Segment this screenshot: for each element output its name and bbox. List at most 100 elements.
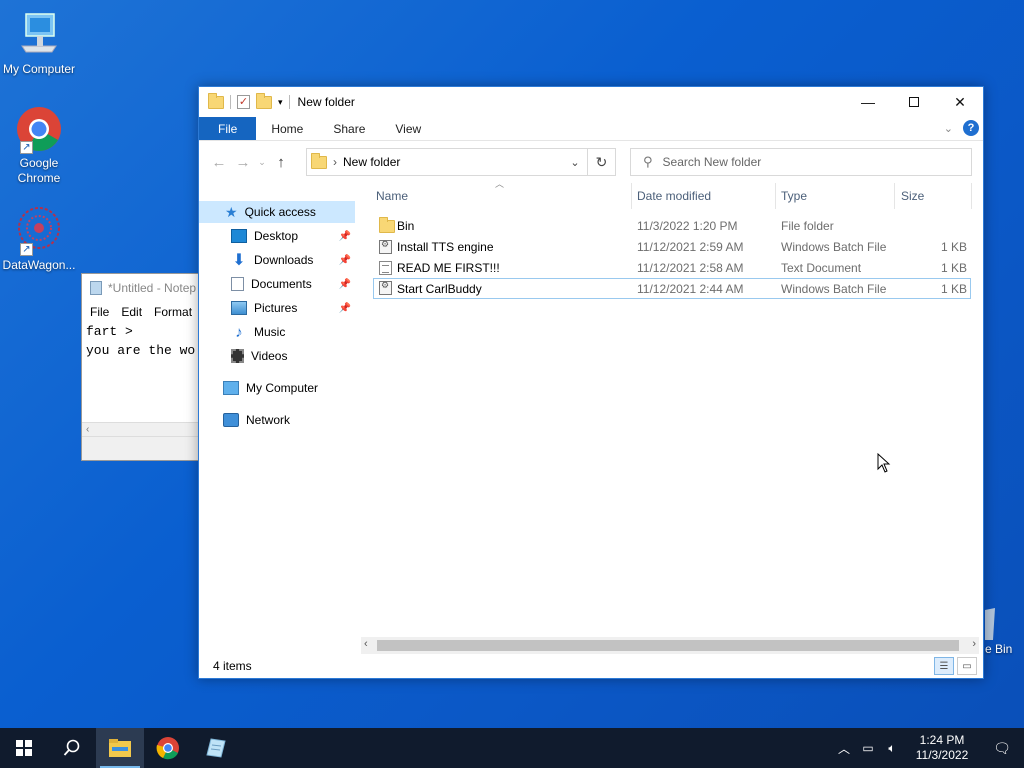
tab-file[interactable]: File: [199, 117, 257, 140]
notification-center-icon[interactable]: 🗨︎: [980, 740, 1024, 757]
desktop-icon-datawagon[interactable]: ↗ DataWagon...: [0, 206, 78, 273]
details-view-button[interactable]: ☰: [934, 657, 954, 675]
desktop-icon-recycle-bin[interactable]: e Bin: [985, 606, 1012, 656]
file-size: 1 KB: [940, 282, 967, 296]
navigation-pane: ★ Quick access Desktop 📌 ⬇ Downloads 📌 D…: [199, 201, 361, 654]
nav-item-pictures[interactable]: Pictures 📌: [199, 297, 355, 319]
notepad-menu-format[interactable]: Format: [154, 305, 192, 319]
file-explorer-window[interactable]: ✓ ▾ New folder — ✕ File Home Share View …: [198, 86, 984, 679]
star-icon: ★: [225, 203, 238, 220]
quick-access-toolbar: ✓ ▾: [199, 92, 290, 109]
volume-icon[interactable]: 🔈︎: [880, 741, 904, 756]
horizontal-scrollbar[interactable]: ‹ ›: [361, 637, 979, 654]
notepad-titlebar[interactable]: *Untitled - Notep: [82, 274, 210, 302]
column-header-date[interactable]: Date modified: [637, 183, 775, 209]
notepad-menu-edit[interactable]: Edit: [121, 305, 142, 319]
nav-item-my-computer[interactable]: My Computer: [199, 377, 355, 399]
show-hidden-icons-chevron-icon[interactable]: ︿: [832, 740, 856, 757]
new-folder-icon[interactable]: [256, 92, 272, 109]
column-divider[interactable]: [894, 183, 895, 209]
nav-item-network[interactable]: Network: [199, 409, 355, 431]
column-header-size[interactable]: Size: [901, 183, 971, 209]
taskbar-file-explorer[interactable]: [96, 728, 144, 768]
taskbar-notepad[interactable]: [192, 728, 240, 768]
desktop-icon-google-chrome[interactable]: ↗ Google Chrome: [0, 104, 78, 186]
close-icon: ✕: [954, 93, 966, 110]
table-row[interactable]: Bin 11/3/2022 1:20 PM File folder: [373, 215, 971, 236]
large-icons-view-button[interactable]: ▭: [957, 657, 977, 675]
customize-toolbar-chevron-icon[interactable]: ▾: [278, 97, 283, 108]
tab-share[interactable]: Share: [318, 117, 380, 140]
taskbar-chrome[interactable]: [144, 728, 192, 768]
pin-icon[interactable]: 📌: [339, 255, 351, 266]
file-list: ︿ Name Date modified Type Size Bin 11/3/…: [373, 179, 973, 644]
nav-item-documents[interactable]: Documents 📌: [199, 273, 355, 295]
column-divider[interactable]: [631, 183, 632, 209]
scroll-left-icon[interactable]: ‹: [86, 424, 89, 435]
expand-ribbon-chevron-icon[interactable]: ⌄: [944, 122, 953, 135]
table-row[interactable]: Install TTS engine 11/12/2021 2:59 AM Wi…: [373, 236, 971, 257]
notepad-statusbar: [82, 436, 210, 460]
item-count: 4 items: [213, 659, 252, 673]
address-row: ← → ⌄ ↑ › New folder ⌄ ↻ ⚲ Search New fo…: [199, 141, 983, 183]
table-row[interactable]: READ ME FIRST!!! 11/12/2021 2:58 AM Text…: [373, 257, 971, 278]
column-divider[interactable]: [971, 183, 972, 209]
clock[interactable]: 1:24 PM 11/3/2022: [904, 733, 980, 763]
scroll-left-icon[interactable]: ‹: [364, 638, 368, 650]
desktop-icon-label: e Bin: [985, 642, 1013, 656]
file-name: READ ME FIRST!!!: [397, 261, 500, 275]
scrollbar-thumb[interactable]: [377, 640, 959, 651]
nav-item-label: Network: [246, 413, 291, 427]
refresh-button[interactable]: ↻: [587, 149, 615, 175]
close-button[interactable]: ✕: [937, 87, 983, 117]
forward-button[interactable]: →: [231, 154, 255, 171]
desktop-icon-label: DataWagon...: [2, 258, 76, 272]
taskbar: ︿ ▭ 🔈︎ 1:24 PM 11/3/2022 🗨︎: [0, 728, 1024, 768]
table-row[interactable]: Start CarlBuddy 11/12/2021 2:44 AM Windo…: [373, 278, 971, 299]
pin-icon[interactable]: 📌: [339, 303, 351, 314]
explorer-titlebar[interactable]: ✓ ▾ New folder — ✕: [199, 87, 983, 117]
nav-item-desktop[interactable]: Desktop 📌: [199, 225, 355, 247]
nav-item-music[interactable]: ♪ Music: [199, 321, 355, 343]
nav-item-videos[interactable]: Videos: [199, 345, 355, 367]
divider: [288, 95, 290, 109]
breadcrumb-chevron-icon[interactable]: ›: [333, 155, 337, 169]
desktop-icon-label: My Computer: [2, 62, 76, 76]
desktop-icon-my-computer[interactable]: My Computer: [0, 10, 78, 77]
documents-icon: [231, 277, 244, 291]
address-bar[interactable]: › New folder ⌄ ↻: [306, 148, 616, 176]
breadcrumb-item[interactable]: New folder: [343, 155, 400, 169]
chrome-icon: ↗: [14, 104, 64, 154]
column-label: Type: [781, 189, 808, 203]
start-button[interactable]: [0, 728, 48, 768]
pin-icon[interactable]: 📌: [339, 231, 351, 242]
tab-view[interactable]: View: [380, 117, 436, 140]
search-button[interactable]: [48, 728, 96, 768]
network-status-icon[interactable]: ▭: [856, 741, 880, 755]
column-divider[interactable]: [775, 183, 776, 209]
properties-check-icon[interactable]: ✓: [237, 95, 250, 109]
scroll-right-icon[interactable]: ›: [972, 638, 976, 650]
notepad-window[interactable]: *Untitled - Notep File Edit Format fart …: [81, 273, 211, 461]
nav-item-downloads[interactable]: ⬇ Downloads 📌: [199, 249, 355, 271]
pictures-icon: [231, 301, 247, 315]
help-icon[interactable]: ?: [963, 120, 979, 136]
back-button[interactable]: ←: [207, 154, 231, 171]
notepad-menu-file[interactable]: File: [90, 305, 109, 319]
minimize-button[interactable]: —: [845, 87, 891, 117]
search-input[interactable]: ⚲ Search New folder: [630, 148, 972, 176]
address-dropdown-chevron-icon[interactable]: ⌄: [563, 156, 587, 169]
pin-icon[interactable]: 📌: [339, 279, 351, 290]
up-button[interactable]: ↑: [269, 154, 293, 171]
tab-home[interactable]: Home: [256, 117, 318, 140]
column-header-type[interactable]: Type: [781, 183, 891, 209]
maximize-icon: [909, 97, 919, 107]
recent-locations-chevron-icon[interactable]: ⌄: [255, 157, 269, 168]
nav-item-quick-access[interactable]: ★ Quick access: [199, 201, 355, 223]
chrome-icon: [156, 737, 179, 760]
column-header-name[interactable]: Name: [376, 183, 628, 209]
maximize-button[interactable]: [891, 87, 937, 117]
status-bar: 4 items ☰ ▭: [199, 654, 983, 678]
folder-icon: [208, 92, 224, 109]
notepad-text-area[interactable]: fart > you are the wo: [82, 322, 210, 360]
